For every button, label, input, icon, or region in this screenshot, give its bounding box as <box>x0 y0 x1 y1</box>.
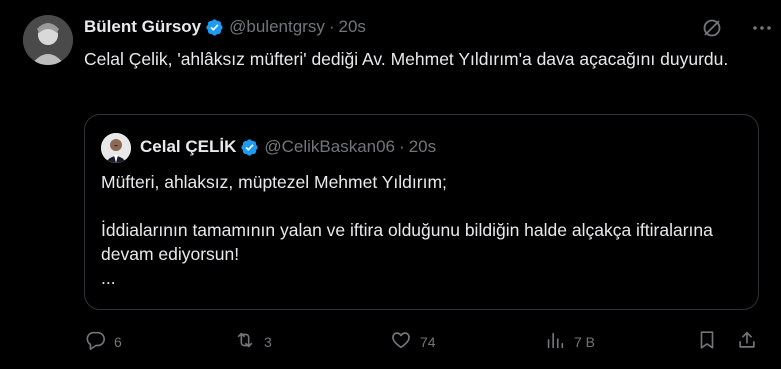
quoted-text: Müfteri, ahlaksız, müptezel Mehmet Yıldı… <box>101 170 741 290</box>
reply-icon <box>84 329 106 354</box>
verified-badge-icon[interactable] <box>240 138 259 157</box>
quoted-author-name[interactable]: Celal ÇELİK <box>140 137 236 157</box>
more-icon[interactable] <box>750 16 774 40</box>
quoted-time[interactable]: 20s <box>409 137 436 157</box>
bookmark-button[interactable] <box>696 329 718 354</box>
tweet[interactable]: Bülent Gürsoy @bulentgrsy · 20s Celal Çe… <box>0 0 781 369</box>
tweet-header: Bülent Gürsoy @bulentgrsy · 20s <box>84 15 366 39</box>
views-button[interactable]: 7 B <box>544 329 595 354</box>
retweet-icon <box>234 329 256 354</box>
separator-dot: · <box>399 137 405 156</box>
tweet-time[interactable]: 20s <box>339 17 366 37</box>
reply-count: 6 <box>114 333 122 350</box>
like-button[interactable]: 74 <box>390 329 436 354</box>
quoted-text-line: İddialarının tamamının yalan ve iftira o… <box>101 220 713 264</box>
retweet-button[interactable]: 3 <box>234 329 272 354</box>
like-count: 74 <box>420 333 436 350</box>
separator-dot: · <box>328 17 335 36</box>
author-handle[interactable]: @bulentgrsy <box>229 17 325 37</box>
quoted-author-handle[interactable]: @CelikBaskan06 <box>264 137 395 157</box>
tweet-top-actions <box>700 16 774 40</box>
author-avatar[interactable] <box>23 15 73 65</box>
grok-icon[interactable] <box>700 16 724 40</box>
retweet-count: 3 <box>264 333 272 350</box>
tweet-actions: 6 3 74 7 B <box>84 329 764 355</box>
like-icon <box>390 329 412 354</box>
share-icon <box>736 329 758 354</box>
views-icon <box>544 329 566 354</box>
quoted-tweet[interactable]: Celal ÇELİK @CelikBaskan06 · 20s Müfteri… <box>84 114 759 310</box>
verified-badge-icon[interactable] <box>205 18 224 37</box>
author-name[interactable]: Bülent Gürsoy <box>84 17 201 37</box>
quoted-text-ellipsis: ... <box>101 268 116 288</box>
views-count: 7 B <box>574 333 596 350</box>
tweet-text: Celal Çelik, 'ahlâksız müfteri' dediği A… <box>84 49 729 69</box>
quoted-text-line: Müfteri, ahlaksız, müptezel Mehmet Yıldı… <box>101 172 447 192</box>
quoted-header: Celal ÇELİK @CelikBaskan06 · 20s <box>140 135 436 159</box>
bookmark-icon <box>696 329 718 354</box>
share-button[interactable] <box>736 329 758 354</box>
reply-button[interactable]: 6 <box>84 329 122 354</box>
quoted-author-avatar[interactable] <box>101 133 131 163</box>
